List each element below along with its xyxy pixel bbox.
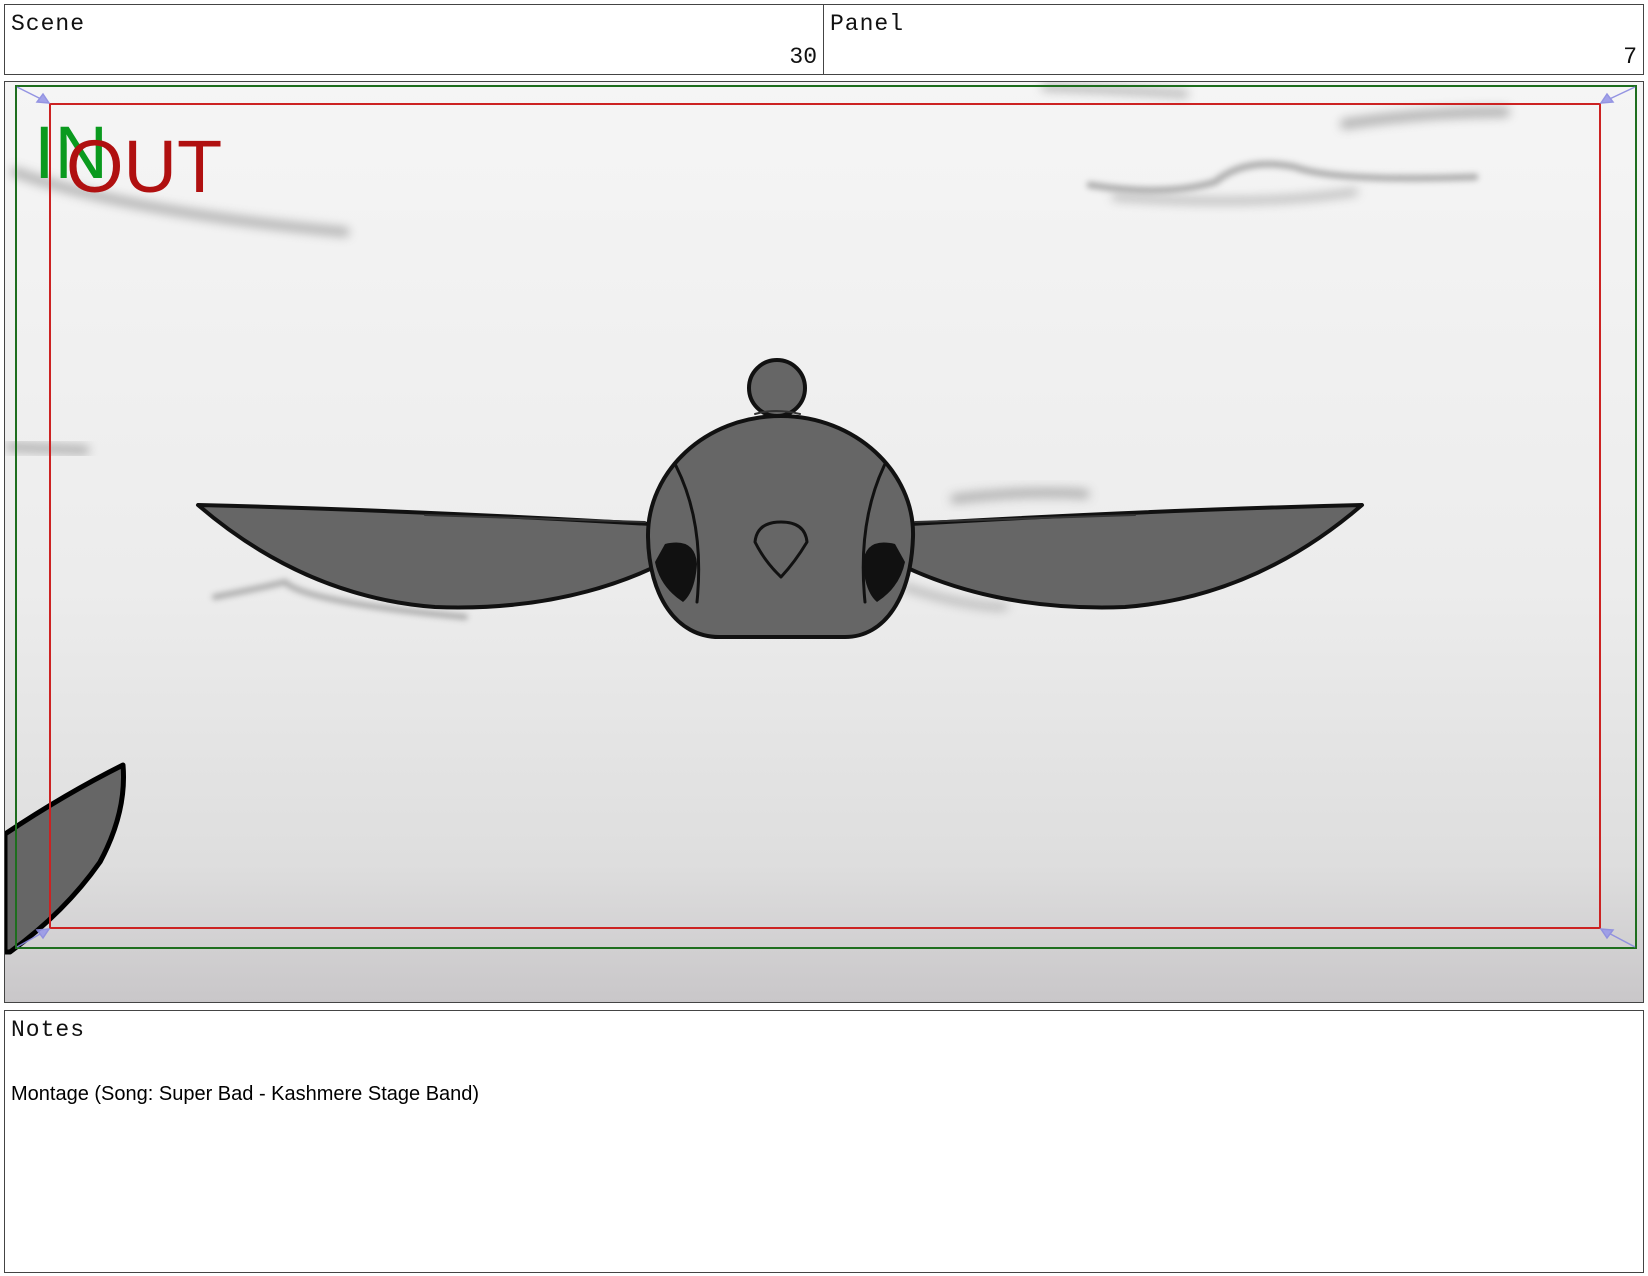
- panel-label: Panel: [830, 11, 905, 37]
- notes-label: Notes: [11, 1017, 86, 1043]
- bird-head-tuft: [747, 358, 807, 418]
- out-label: OUT: [66, 125, 222, 208]
- scene-cell: Scene 30: [4, 4, 824, 75]
- notes-section: Notes Montage (Song: Super Bad - Kashmer…: [4, 1010, 1644, 1273]
- panel-cell: Panel 7: [823, 4, 1644, 75]
- scene-number: 30: [789, 44, 817, 70]
- scene-label: Scene: [11, 11, 86, 37]
- panel-number: 7: [1623, 44, 1637, 70]
- notes-text: Montage (Song: Super Bad - Kashmere Stag…: [11, 1083, 480, 1105]
- storyboard-panel: IN OUT: [4, 81, 1644, 1003]
- panel-drawing: IN OUT: [5, 82, 1643, 1002]
